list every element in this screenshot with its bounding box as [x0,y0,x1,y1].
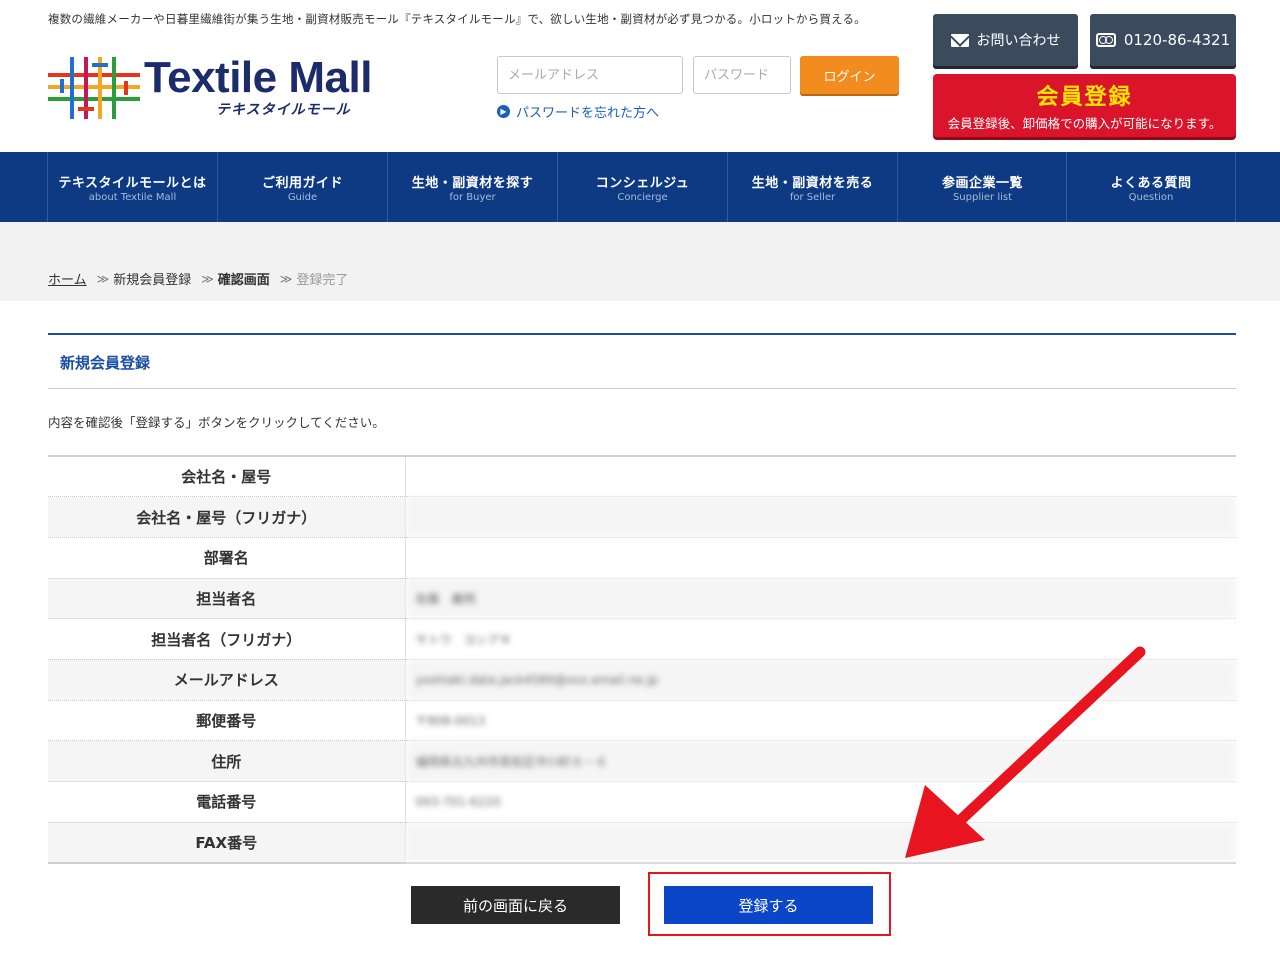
table-row: 部署名 [48,537,1236,579]
field-value: 佐藤 義明 [405,578,1236,620]
nav-item-about[interactable]: テキスタイルモールとは about Textile Mall [47,152,217,222]
nav-item-guide[interactable]: ご利用ガイド Guide [217,152,387,222]
section-top-rule [48,333,1236,335]
nav-item-suppliers[interactable]: 参画企業一覧 Supplier list [897,152,1067,222]
field-value [405,456,1236,498]
forgot-password-link[interactable]: ▶ パスワードを忘れた方へ [497,102,659,121]
contact-label: お問い合わせ [976,33,1061,49]
table-row: 郵便番号 〒808-0013 [48,700,1236,742]
register-title: 会員登録 [1036,85,1133,110]
forgot-password-label: パスワードを忘れた方へ [516,106,660,121]
breadcrumb-separator-icon: ≫ [201,271,213,286]
field-value [405,496,1236,538]
member-register-button[interactable]: 会員登録 会員登録後、卸価格での購入が可能になります。 [933,74,1236,137]
main-nav: テキスタイルモールとは about Textile Mall ご利用ガイド Gu… [0,152,1280,222]
breadcrumb-separator-icon: ≫ [279,271,292,286]
table-row: 会社名・屋号（フリガナ） [48,496,1236,538]
mail-icon [950,33,969,47]
breadcrumb-step-complete: 登録完了 [296,273,349,288]
logo-subtitle: テキスタイルモール [216,102,351,118]
field-value [405,537,1236,579]
header-tagline: 複数の繊維メーカーや日暮里繊維街が集う生地・副資材販売モール『テキスタイルモール… [48,12,866,26]
table-row: 会社名・屋号 [48,456,1236,498]
field-label: 住所 [48,740,406,782]
phone-button[interactable]: 0120-86-4321 [1090,14,1236,66]
section-divider [48,388,1236,389]
table-row: 住所 福岡県北九州市若松区中川町６－６ [48,740,1236,782]
field-value: 福岡県北九州市若松区中川町６－６ [405,740,1236,782]
field-value: 〒808-0013 [405,700,1236,742]
nav-label: テキスタイルモールとは [58,176,207,191]
breadcrumb: ホーム ≫ 新規会員登録 ≫ 確認画面 ≫ 登録完了 [48,269,349,289]
field-label: 会社名・屋号 [48,456,406,498]
nav-sublabel: Guide [287,192,318,203]
page-title: 新規会員登録 [60,354,151,372]
nav-item-concierge[interactable]: コンシェルジュ Concierge [557,152,727,222]
logo-text: Textile Mall [144,53,372,102]
field-label: FAX番号 [48,822,406,863]
table-row: 電話番号 093-701-6220 [48,781,1236,823]
register-submit-button[interactable]: 登録する [664,886,873,924]
nav-item-faq[interactable]: よくある質問 Question [1066,152,1236,222]
password-input[interactable] [693,56,791,94]
field-label: 部署名 [48,537,406,579]
phone-icon [1095,33,1116,47]
nav-label: 生地・副資材を売る [751,176,874,191]
nav-item-buyer[interactable]: 生地・副資材を探す for Buyer [387,152,557,222]
field-value: 093-701-6220 [405,781,1236,823]
email-input[interactable] [497,56,683,94]
field-value [405,822,1236,863]
table-row: 担当者名 佐藤 義明 [48,578,1236,620]
field-label: 担当者名（フリガナ） [48,618,406,660]
field-label: 郵便番号 [48,700,406,742]
field-value: サトウ ヨシアキ [405,618,1236,660]
nav-label: 生地・副資材を探す [411,176,534,191]
nav-sublabel: Supplier list [952,192,1013,203]
nav-label: コンシェルジュ [595,176,690,191]
nav-label: よくある質問 [1110,176,1192,191]
contact-button[interactable]: お問い合わせ [933,14,1078,66]
breadcrumb-step-register: 新規会員登録 [113,273,192,288]
instruction-text: 内容を確認後「登録する」ボタンをクリックしてください。 [48,415,385,430]
nav-sublabel: Concierge [617,192,668,203]
field-label: 電話番号 [48,781,406,823]
nav-label: ご利用ガイド [261,176,343,191]
register-subtitle: 会員登録後、卸価格での購入が可能になります。 [947,116,1222,131]
nav-sublabel: Question [1128,192,1174,203]
table-row: FAX番号 [48,822,1236,863]
breadcrumb-separator-icon: ≫ [96,271,109,286]
table-row: 担当者名（フリガナ） サトウ ヨシアキ [48,618,1236,660]
circle-arrow-icon: ▶ [497,105,510,118]
nav-sublabel: about Textile Mall [88,192,177,203]
breadcrumb-home-link[interactable]: ホーム [48,269,87,288]
nav-item-seller[interactable]: 生地・副資材を売る for Seller [727,152,897,222]
nav-sublabel: for Buyer [449,192,496,203]
phone-number: 0120-86-4321 [1123,31,1231,49]
table-row: メールアドレス yoshiaki.data.jack4580@xxx.email… [48,659,1236,701]
field-label: 担当者名 [48,578,406,620]
breadcrumb-band: ホーム ≫ 新規会員登録 ≫ 確認画面 ≫ 登録完了 [0,222,1280,301]
confirmation-table: 会社名・屋号 会社名・屋号（フリガナ） 部署名 担当者名 佐藤 義明 担当者名（… [48,455,1236,864]
logo-mark-icon [48,57,140,119]
nav-sublabel: for Seller [789,192,836,203]
nav-label: 参画企業一覧 [941,176,1023,191]
breadcrumb-step-confirm: 確認画面 [217,273,270,288]
field-label: 会社名・屋号（フリガナ） [48,496,406,538]
site-logo[interactable]: Textile Mall テキスタイルモール [48,53,428,125]
back-button[interactable]: 前の画面に戻る [411,886,620,924]
login-button[interactable]: ログイン [800,56,899,94]
field-label: メールアドレス [48,659,406,701]
field-value: yoshiaki.data.jack4580@xxx.email.ne.jp [405,659,1236,701]
